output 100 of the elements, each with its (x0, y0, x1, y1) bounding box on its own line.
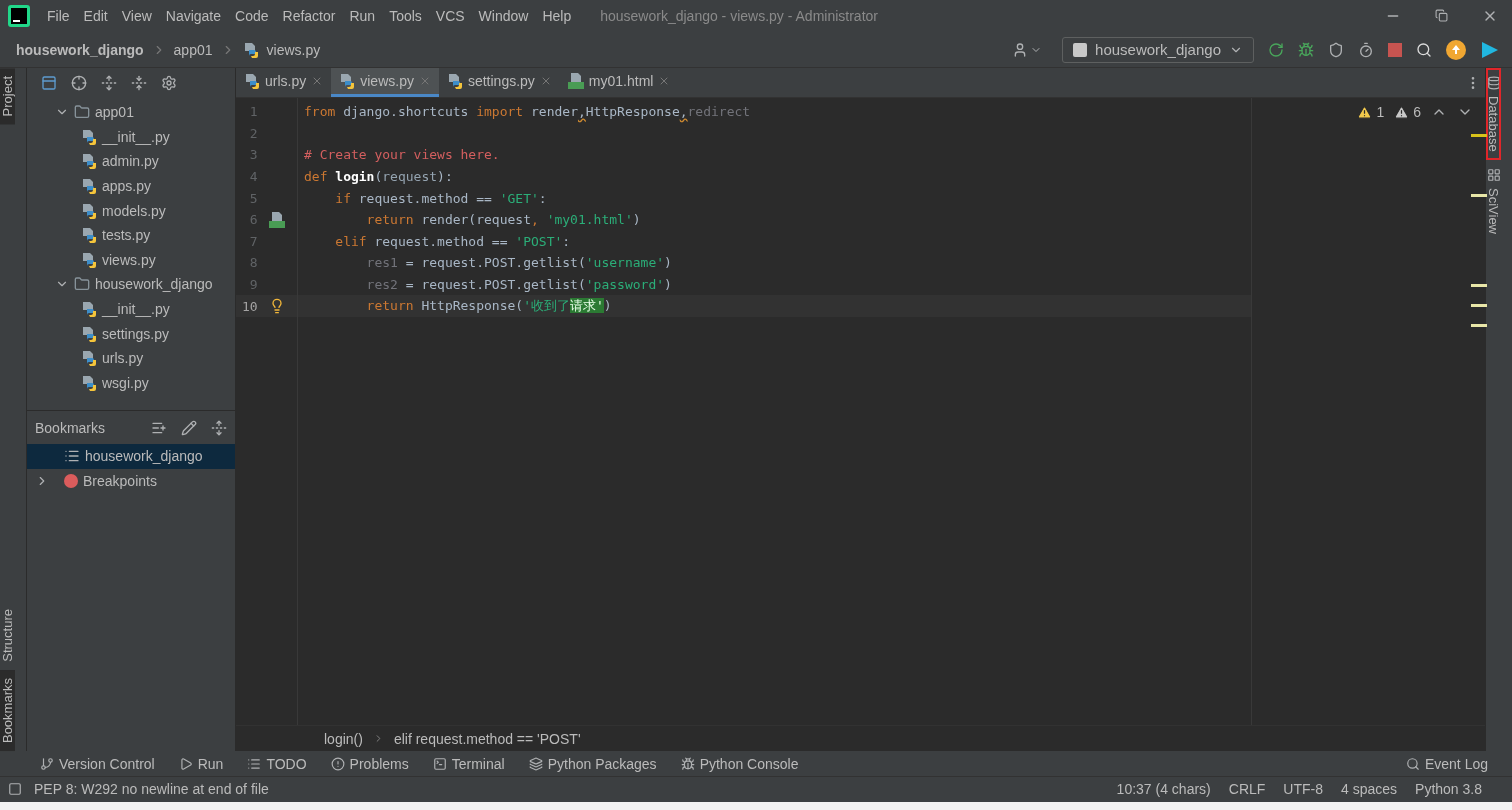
tool-window-button[interactable]: Terminal (432, 755, 505, 772)
python-file-icon (81, 128, 97, 145)
python-file-icon (81, 153, 97, 170)
tool-window-tab[interactable]: Bookmarks (0, 669, 15, 751)
bookmark-item[interactable]: housework_django (27, 444, 235, 469)
python-file-icon (81, 350, 97, 367)
tool-window-tab[interactable]: Database (1486, 68, 1501, 160)
breadcrumb[interactable]: views.py (266, 41, 321, 58)
update-icon[interactable] (1446, 39, 1466, 60)
menu-item[interactable]: Window (471, 7, 536, 24)
tree-item[interactable]: apps.py (102, 178, 152, 195)
app-logo (8, 4, 30, 27)
grid-icon (1486, 167, 1501, 182)
tree-item[interactable]: admin.py (102, 153, 159, 170)
event-log-button[interactable]: Event Log (1405, 755, 1488, 772)
python-file-icon (81, 202, 97, 219)
tree-item[interactable]: __init__.py (102, 301, 170, 318)
menu-item[interactable]: Code (228, 7, 276, 24)
tree-item[interactable]: models.py (102, 202, 166, 219)
settings-icon[interactable] (161, 75, 177, 91)
status-item[interactable]: UTF-8 (1283, 781, 1323, 797)
code-line: return render(request, 'my01.html') (365, 212, 641, 228)
editor-tab[interactable]: urls.py (236, 68, 332, 97)
tree-item[interactable]: urls.py (102, 350, 144, 367)
menu-item[interactable]: File (40, 7, 77, 24)
line-number: 6 (248, 212, 258, 228)
breadcrumb[interactable]: elif request.method == 'POST' (393, 730, 581, 747)
menu-item[interactable]: Run (342, 7, 383, 24)
tree-item[interactable]: wsgi.py (102, 374, 149, 391)
tool-window-button[interactable]: Python Console (680, 755, 799, 772)
branch-icon (40, 756, 54, 771)
restore-icon[interactable] (1435, 9, 1448, 22)
status-item[interactable]: 10:37 (4 chars) (1116, 781, 1211, 797)
menu-item[interactable]: VCS (428, 7, 472, 24)
line-number: 2 (248, 125, 258, 141)
tree-item[interactable]: app01 (95, 104, 134, 121)
run-config-dropdown[interactable]: housework_django (1062, 36, 1254, 63)
inspection-count[interactable]: 1 (1357, 104, 1385, 120)
tool-window-tab[interactable]: Project (0, 68, 15, 125)
code-line: from django.shortcuts import render,HttpResponse,redirect (304, 104, 751, 120)
tree-item[interactable]: settings.py (102, 325, 169, 342)
edit-icon[interactable] (181, 419, 197, 436)
collapse-all-icon[interactable] (131, 75, 147, 91)
menu-item[interactable]: Tools (382, 7, 429, 24)
menu-item[interactable]: Refactor (275, 7, 343, 24)
tool-window-button[interactable]: Python Packages (528, 755, 657, 772)
tree-item[interactable]: housework_django (95, 276, 213, 293)
tool-window-tab[interactable]: Structure (0, 601, 15, 670)
rerun-icon[interactable] (1268, 41, 1284, 58)
tool-window-button[interactable]: Run (178, 755, 224, 772)
python-file-icon (81, 301, 97, 318)
panel-toggle-icon[interactable] (8, 782, 22, 796)
locate-icon[interactable] (71, 75, 87, 91)
tool-window-tab[interactable]: SciView (1486, 159, 1501, 242)
breadcrumb[interactable]: login() (324, 730, 363, 747)
status-item[interactable]: Python 3.8 (1415, 781, 1482, 797)
line-number: 8 (248, 255, 258, 271)
line-number: 5 (248, 190, 258, 206)
bookmark-item[interactable]: Breakpoints (27, 468, 235, 494)
warning-icon (1394, 104, 1410, 120)
line-number: 3 (248, 147, 258, 163)
breadcrumb[interactable]: app01 (173, 41, 213, 58)
coverage-icon[interactable] (1328, 41, 1344, 58)
tree-item[interactable]: tests.py (102, 227, 151, 244)
profile-icon[interactable] (1358, 41, 1374, 58)
python-file-icon (81, 227, 97, 244)
python-file-icon (242, 41, 259, 58)
html-file-icon (567, 73, 584, 89)
view-icon[interactable] (41, 75, 57, 91)
tree-item[interactable]: views.py (102, 251, 156, 268)
tool-window-button[interactable]: Problems (330, 755, 409, 772)
status-message: PEP 8: W292 no newline at end of file (34, 781, 270, 797)
line-number: 4 (248, 169, 258, 185)
editor-tab[interactable]: views.py (331, 68, 439, 97)
tool-window-button[interactable]: TODO (247, 755, 307, 772)
code-line: res2 = request.POST.getlist('password') (365, 277, 672, 293)
status-item[interactable]: CRLF (1228, 781, 1266, 797)
debug-icon[interactable] (1298, 41, 1314, 58)
tool-window-button[interactable]: Version Control (40, 755, 155, 772)
python-file-icon (244, 73, 260, 89)
tree-item[interactable]: __init__.py (102, 128, 170, 145)
menu-item[interactable]: Help (535, 7, 579, 24)
alert-icon (330, 756, 345, 771)
menu-item[interactable]: View (114, 7, 159, 24)
expand-all-icon[interactable] (101, 75, 117, 91)
python-file-icon (81, 251, 97, 268)
bug-icon (680, 756, 695, 771)
stop-icon[interactable] (1388, 42, 1402, 57)
expand-all-icon[interactable] (211, 419, 227, 436)
search-icon[interactable] (1416, 41, 1432, 58)
inspection-count[interactable]: 6 (1394, 104, 1421, 120)
plugin-logo-icon[interactable] (1480, 39, 1500, 60)
menu-item[interactable]: Navigate (158, 7, 229, 24)
breadcrumb[interactable]: housework_django (16, 41, 144, 58)
menu-item[interactable]: Edit (76, 7, 115, 24)
editor-tab[interactable]: settings.py (438, 68, 560, 97)
editor-tab[interactable]: my01.html (559, 68, 679, 97)
play-icon (178, 756, 193, 771)
window-title: housework_django - views.py - Administrator (600, 7, 879, 24)
status-item[interactable]: 4 spaces (1341, 781, 1398, 797)
